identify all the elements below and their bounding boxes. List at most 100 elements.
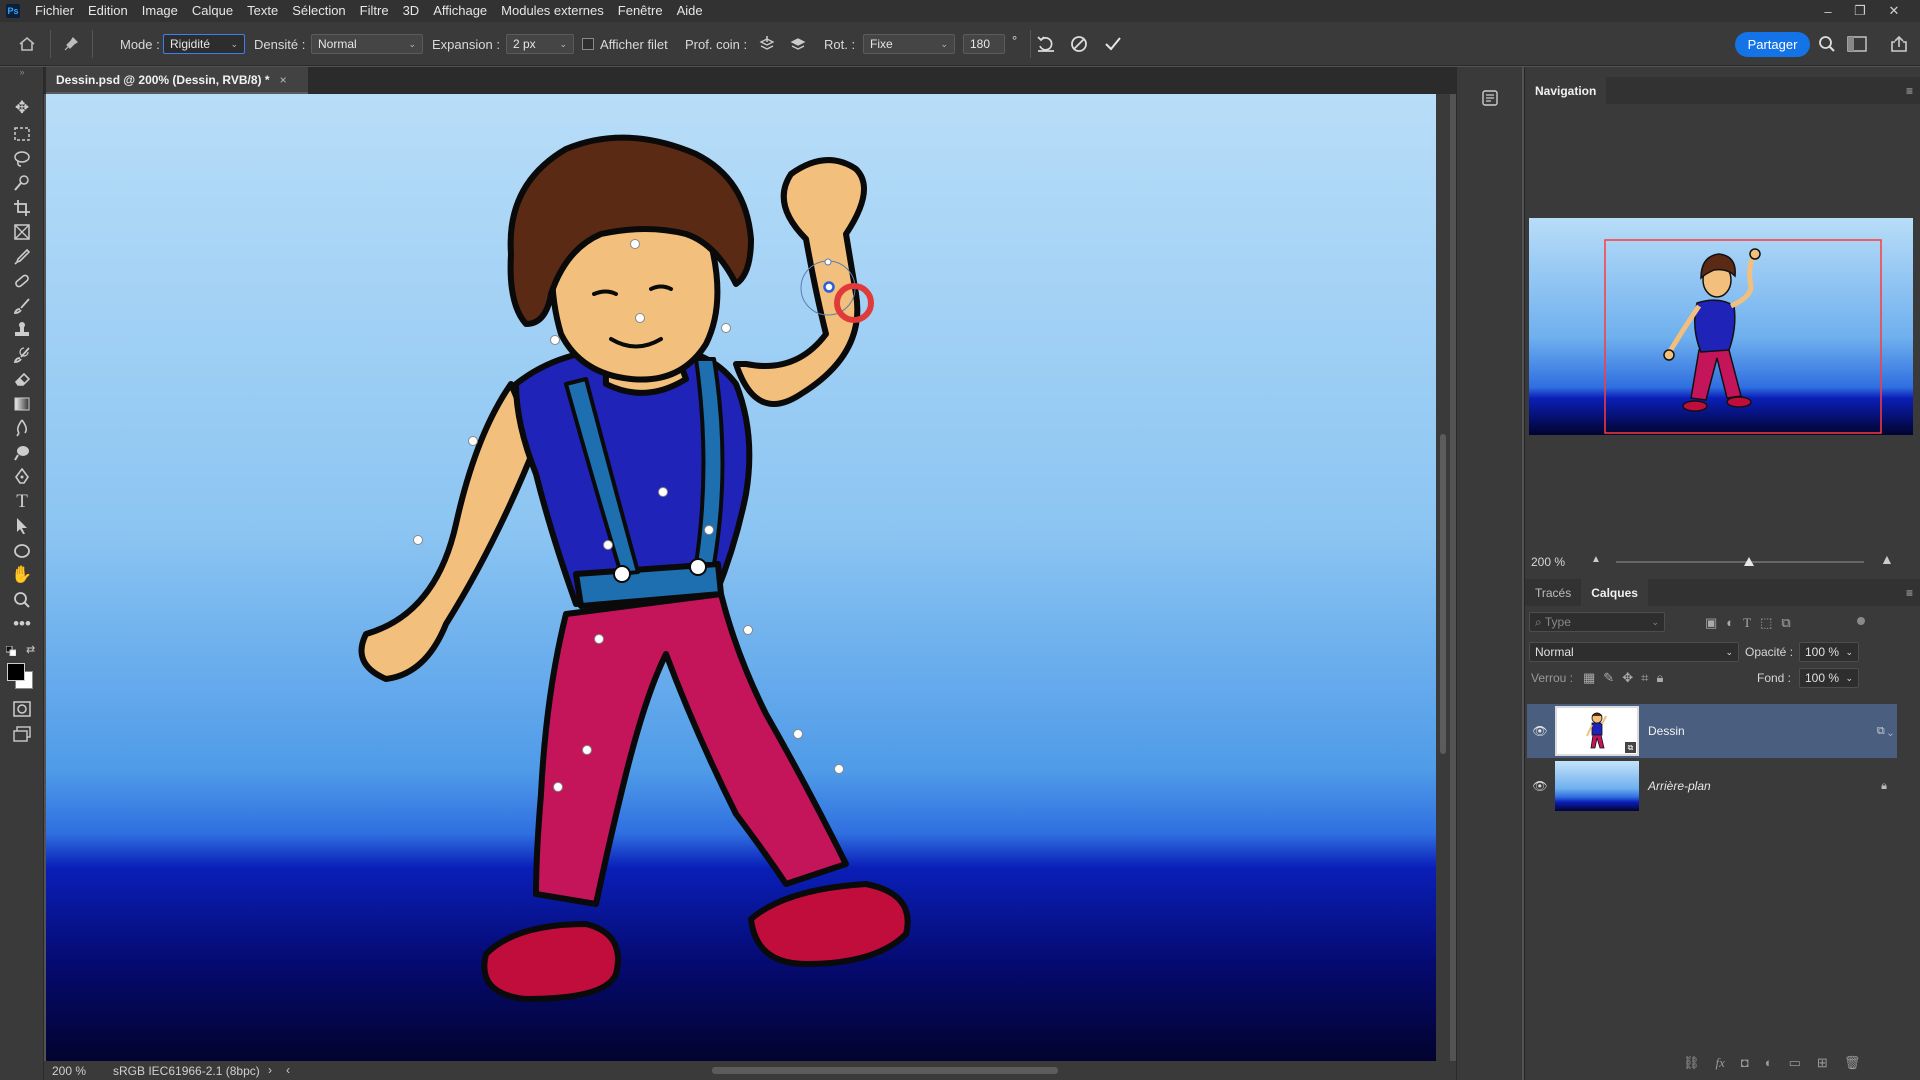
- pin-foot-left[interactable]: [553, 782, 563, 792]
- pin-neck[interactable]: [635, 313, 645, 323]
- lock-paint-icon[interactable]: ✎: [1603, 670, 1614, 686]
- pin-foot-right[interactable]: [834, 764, 844, 774]
- document-tab[interactable]: Dessin.psd @ 200% (Dessin, RVB/8) * ×: [46, 67, 308, 94]
- scroll-left-icon[interactable]: ‹: [286, 1063, 290, 1077]
- share-button[interactable]: Partager: [1735, 32, 1810, 57]
- zoom-slider-thumb[interactable]: [1744, 557, 1754, 566]
- home-icon[interactable]: [16, 33, 38, 55]
- layer-filter-select[interactable]: ⌕ Type ⌄: [1529, 612, 1665, 632]
- menu-file[interactable]: Fichier: [28, 0, 81, 22]
- artwork[interactable]: [46, 94, 1436, 1061]
- search-icon[interactable]: [1816, 33, 1838, 55]
- navigation-tab[interactable]: Navigation: [1525, 77, 1607, 104]
- more-tools-icon[interactable]: •••: [9, 611, 35, 637]
- opacity-input[interactable]: 100 % ⌄: [1799, 642, 1859, 662]
- pin-hand-left[interactable]: [413, 535, 423, 545]
- reset-icon[interactable]: [1035, 33, 1057, 55]
- smart-filter-toggle-icon[interactable]: ⧉ ⌄: [1877, 725, 1893, 738]
- lasso-tool-icon[interactable]: [9, 146, 35, 172]
- dodge-tool-icon[interactable]: [9, 440, 35, 466]
- pin-ankle-right[interactable]: [793, 729, 803, 739]
- eraser-tool-icon[interactable]: [9, 366, 35, 392]
- puppet-pin-tool-icon[interactable]: [60, 33, 82, 55]
- pin-hip-right[interactable]: [704, 525, 714, 535]
- foreground-color-swatch[interactable]: [7, 663, 25, 681]
- default-colors-icon[interactable]: [5, 645, 17, 657]
- filter-pixel-icon[interactable]: ▣: [1705, 615, 1717, 631]
- lock-all-icon[interactable]: 🔒︎: [1656, 670, 1663, 686]
- pin-ankle-left[interactable]: [582, 745, 592, 755]
- blur-tool-icon[interactable]: [9, 415, 35, 441]
- menu-3d[interactable]: 3D: [396, 0, 427, 22]
- status-zoom[interactable]: 200 %: [52, 1064, 86, 1078]
- commit-check-icon[interactable]: [1102, 33, 1124, 55]
- menu-window[interactable]: Fenêtre: [611, 0, 670, 22]
- pin-backward-icon[interactable]: [787, 33, 809, 55]
- menu-image[interactable]: Image: [135, 0, 185, 22]
- fill-input[interactable]: 100 % ⌄: [1799, 668, 1859, 688]
- pen-tool-icon[interactable]: [9, 464, 35, 490]
- menu-layer[interactable]: Calque: [185, 0, 240, 22]
- ellipse-tool-icon[interactable]: [9, 538, 35, 564]
- marquee-tool-icon[interactable]: [9, 121, 35, 147]
- close-document-icon[interactable]: ×: [280, 73, 287, 87]
- menu-plugins[interactable]: Modules externes: [494, 0, 611, 22]
- close-window-icon[interactable]: ✕: [1878, 0, 1910, 22]
- pin-shoulder-right[interactable]: [721, 323, 731, 333]
- new-layer-icon[interactable]: ⊞: [1817, 1055, 1828, 1071]
- rotation-angle-input[interactable]: 180: [963, 34, 1005, 54]
- pin-belt[interactable]: [658, 487, 668, 497]
- filter-toggle-icon[interactable]: [1857, 617, 1865, 625]
- quick-mask-icon[interactable]: [9, 696, 35, 722]
- crop-tool-icon[interactable]: [9, 195, 35, 221]
- cancel-icon[interactable]: [1068, 33, 1090, 55]
- link-layers-icon[interactable]: ⛓︎: [1683, 1055, 1700, 1071]
- menu-type[interactable]: Texte: [240, 0, 285, 22]
- type-tool-icon[interactable]: T: [9, 489, 35, 515]
- filter-type-icon[interactable]: T: [1743, 615, 1751, 631]
- vertical-scrollbar[interactable]: [1436, 94, 1450, 1061]
- lock-position-icon[interactable]: ✥: [1622, 670, 1633, 686]
- pin-hip-left[interactable]: [603, 540, 613, 550]
- gradient-tool-icon[interactable]: [9, 391, 35, 417]
- panel-menu-icon[interactable]: ≡: [1906, 84, 1913, 98]
- menu-help[interactable]: Aide: [670, 0, 710, 22]
- restore-icon[interactable]: ❐: [1844, 0, 1876, 22]
- hand-tool-icon[interactable]: ✋: [9, 562, 35, 588]
- pin-knee-left[interactable]: [594, 634, 604, 644]
- layer-name[interactable]: Dessin: [1648, 724, 1685, 738]
- blend-mode-select[interactable]: Normal ⌄: [1529, 642, 1739, 662]
- density-select[interactable]: Normal ⌄: [311, 34, 423, 54]
- screen-mode-icon[interactable]: [9, 721, 35, 747]
- pin-nose[interactable]: [630, 239, 640, 249]
- frame-tool-icon[interactable]: [9, 219, 35, 245]
- quick-selection-tool-icon[interactable]: [9, 170, 35, 196]
- move-tool-icon[interactable]: ✥: [9, 95, 35, 121]
- expansion-select[interactable]: 2 px ⌄: [506, 34, 574, 54]
- workspace-icon[interactable]: [1846, 33, 1868, 55]
- delete-layer-icon[interactable]: 🗑︎: [1844, 1055, 1861, 1071]
- menu-filter[interactable]: Filtre: [353, 0, 396, 22]
- layer-row-dessin[interactable]: 👁︎ ⧉ Dessin ⧉ ⌄: [1527, 704, 1897, 758]
- filter-adjustment-icon[interactable]: ◐: [1726, 615, 1734, 631]
- layer-row-arriere-plan[interactable]: 👁︎ Arrière-plan 🔒︎: [1527, 759, 1897, 813]
- history-brush-tool-icon[interactable]: [9, 342, 35, 368]
- menu-select[interactable]: Sélection: [285, 0, 352, 22]
- properties-panel-icon[interactable]: [1481, 89, 1499, 107]
- layer-name[interactable]: Arrière-plan: [1648, 779, 1711, 793]
- pin-elbow-right-selected[interactable]: [823, 281, 835, 293]
- show-mesh-checkbox[interactable]: [582, 38, 594, 50]
- new-group-icon[interactable]: ▭: [1789, 1055, 1801, 1071]
- paths-tab[interactable]: Tracés: [1525, 579, 1581, 606]
- filter-smart-object-icon[interactable]: ⧉: [1781, 615, 1790, 631]
- pin-forward-icon[interactable]: [756, 33, 778, 55]
- zoom-tool-icon[interactable]: [9, 587, 35, 613]
- pin-knee-right[interactable]: [743, 625, 753, 635]
- zoom-out-mountain-icon[interactable]: ▲: [1591, 554, 1601, 565]
- navigator-thumbnail[interactable]: [1529, 218, 1913, 435]
- layers-tab[interactable]: Calques: [1581, 579, 1648, 606]
- lock-artboard-icon[interactable]: ⌗: [1641, 670, 1648, 686]
- zoom-in-mountain-icon[interactable]: ▲: [1880, 551, 1894, 567]
- status-expand-icon[interactable]: ›: [268, 1063, 272, 1077]
- path-selection-tool-icon[interactable]: [9, 513, 35, 539]
